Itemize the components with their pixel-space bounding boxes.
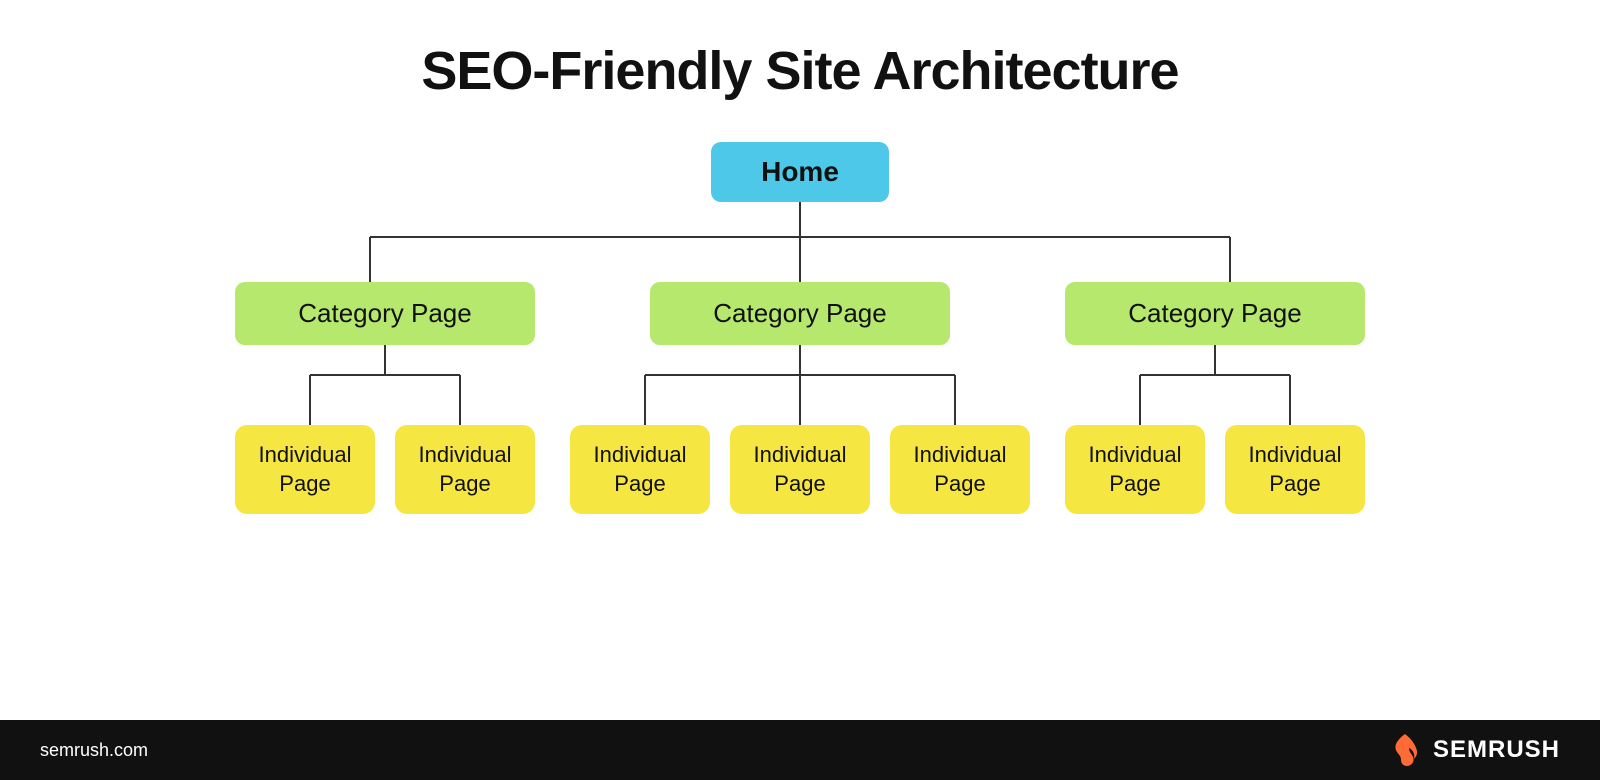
footer-url: semrush.com	[40, 740, 148, 761]
category-column-left: Category Page Individual Page Individual…	[200, 282, 570, 514]
right-individuals-row: Individual Page Individual Page	[1065, 425, 1365, 514]
page-title: SEO-Friendly Site Architecture	[421, 40, 1178, 102]
footer-brand-name: SEMRUSH	[1433, 736, 1560, 764]
right-cat-connector-svg	[1065, 345, 1365, 425]
home-connector-svg	[200, 202, 1400, 282]
individual-node-left-1: Individual Page	[235, 425, 375, 514]
tree-diagram: Home Category Page	[60, 142, 1540, 514]
category-column-middle: Category Page Individual Page Individual…	[570, 282, 1030, 514]
middle-cat-connector-svg	[570, 345, 1030, 425]
individual-node-right-1: Individual Page	[1065, 425, 1205, 514]
category-node-right: Category Page	[1065, 282, 1365, 345]
category-node-left: Category Page	[235, 282, 535, 345]
semrush-logo-icon	[1387, 732, 1423, 768]
footer: semrush.com SEMRUSH	[0, 720, 1600, 780]
individual-node-right-2: Individual Page	[1225, 425, 1365, 514]
individual-node-mid-3: Individual Page	[890, 425, 1030, 514]
home-connector	[200, 202, 1400, 282]
footer-brand: SEMRUSH	[1387, 732, 1560, 768]
left-cat-connector	[235, 345, 535, 425]
left-cat-connector-svg	[235, 345, 535, 425]
middle-cat-connector	[570, 345, 1030, 425]
individual-node-left-2: Individual Page	[395, 425, 535, 514]
main-content: SEO-Friendly Site Architecture Home	[0, 0, 1600, 720]
right-cat-connector	[1065, 345, 1365, 425]
category-row: Category Page Individual Page Individual…	[200, 282, 1400, 514]
home-node: Home	[711, 142, 889, 202]
category-node-middle: Category Page	[650, 282, 950, 345]
middle-individuals-row: Individual Page Individual Page Individu…	[570, 425, 1030, 514]
left-individuals-row: Individual Page Individual Page	[235, 425, 535, 514]
individual-node-mid-1: Individual Page	[570, 425, 710, 514]
individual-node-mid-2: Individual Page	[730, 425, 870, 514]
category-column-right: Category Page Individual Page Individual…	[1030, 282, 1400, 514]
